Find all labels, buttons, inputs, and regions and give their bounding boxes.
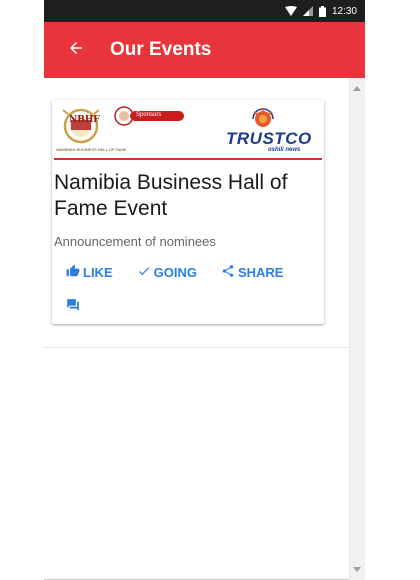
- event-banner-image: NBHF NAMIBIAN BUSINESS HALL OF FAME Spon…: [54, 102, 322, 160]
- events-list: NBHF NAMIBIAN BUSINESS HALL OF FAME Spon…: [44, 78, 350, 580]
- app-bar: Our Events: [44, 22, 365, 78]
- scrollbar[interactable]: [349, 78, 365, 580]
- list-divider: [44, 347, 350, 348]
- wifi-icon: [284, 6, 297, 16]
- going-label: GOING: [153, 265, 197, 280]
- check-icon: [137, 264, 151, 281]
- going-button[interactable]: GOING: [137, 264, 197, 281]
- nbhf-logo-subtext: NAMIBIAN BUSINESS HALL OF FAME: [56, 147, 127, 152]
- event-actions: LIKE GOING SHARE: [66, 264, 283, 281]
- share-icon: [221, 264, 235, 281]
- scroll-up-arrow-icon[interactable]: [353, 86, 361, 91]
- arrow-left-icon: [67, 39, 85, 62]
- back-button[interactable]: [48, 22, 104, 78]
- sponsors-label: Sponsors: [136, 112, 162, 118]
- nbhf-logo-text: NBHF: [69, 115, 100, 125]
- event-subtitle: Announcement of nominees: [54, 234, 216, 249]
- comments-button[interactable]: [66, 298, 80, 317]
- thumbs-up-icon: [66, 264, 80, 281]
- sponsor-name: TRUSTCO: [226, 129, 312, 148]
- event-title: Namibia Business Hall of Fame Event: [54, 171, 288, 220]
- status-bar: 12:30: [44, 0, 365, 22]
- status-time: 12:30: [331, 5, 357, 17]
- page-title: Our Events: [110, 39, 212, 60]
- battery-icon: [318, 5, 326, 17]
- chat-bubbles-icon: [66, 299, 80, 316]
- signal-icon: [302, 6, 313, 16]
- like-button[interactable]: LIKE: [66, 264, 113, 281]
- like-label: LIKE: [83, 265, 113, 280]
- scroll-down-arrow-icon[interactable]: [353, 567, 361, 572]
- event-card[interactable]: NBHF NAMIBIAN BUSINESS HALL OF FAME Spon…: [52, 100, 324, 324]
- sponsor-tagline: oshili news: [268, 147, 301, 153]
- share-label: SHARE: [237, 265, 284, 280]
- share-button[interactable]: SHARE: [221, 264, 284, 281]
- phone-screen: 12:30 Our Events NBHF NAMIBIAN BUSINESS …: [44, 0, 365, 580]
